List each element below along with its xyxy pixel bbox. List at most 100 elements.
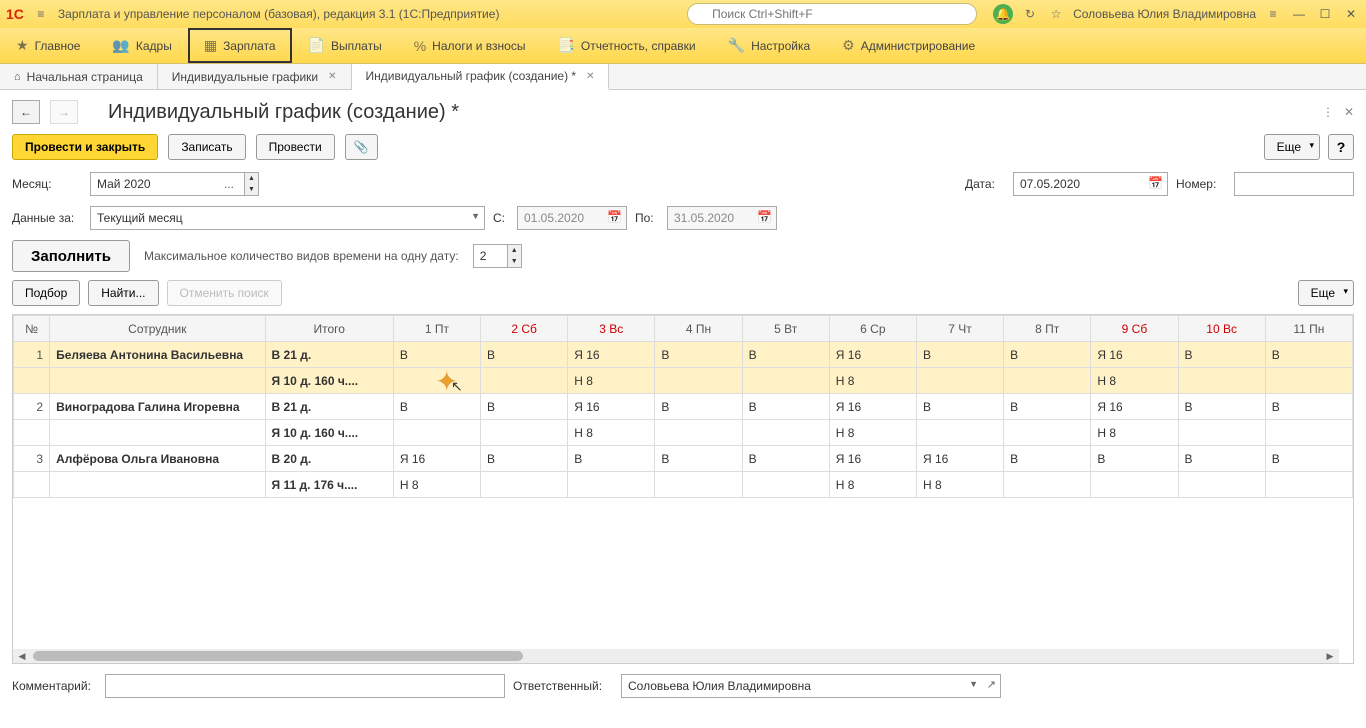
day-cell[interactable]: Н 8 bbox=[829, 420, 916, 446]
nav-item-Главное[interactable]: ★Главное bbox=[0, 28, 96, 63]
day-cell[interactable]: В bbox=[655, 394, 742, 420]
more-button[interactable]: Еще bbox=[1264, 134, 1320, 160]
max-types-spinner[interactable]: ▲▼ bbox=[508, 244, 522, 268]
close-tab-icon[interactable]: ✕ bbox=[328, 71, 336, 82]
day-cell[interactable]: В bbox=[742, 342, 829, 368]
col-header[interactable]: Итого bbox=[265, 316, 393, 342]
day-cell[interactable]: Н 8 bbox=[393, 472, 480, 498]
day-cell[interactable]: В bbox=[742, 446, 829, 472]
datafor-select[interactable]: Текущий месяц▼ bbox=[90, 206, 485, 230]
nav-item-Отчетность, справки[interactable]: 📑Отчетность, справки bbox=[541, 28, 711, 63]
day-cell[interactable] bbox=[481, 420, 568, 446]
attach-button[interactable]: 📎 bbox=[345, 134, 378, 160]
col-header[interactable]: 8 Пт bbox=[1004, 316, 1091, 342]
tab-Индивидуальные графики[interactable]: Индивидуальные графики✕ bbox=[158, 64, 352, 89]
day-cell[interactable]: Я 16 bbox=[829, 342, 916, 368]
table-row[interactable]: Я 11 д. 176 ч....Н 8Н 8Н 8 bbox=[14, 472, 1353, 498]
fill-button[interactable]: Заполнить bbox=[12, 240, 130, 272]
day-cell[interactable] bbox=[916, 368, 1003, 394]
notifications-icon[interactable]: 🔔 bbox=[993, 4, 1013, 24]
day-cell[interactable] bbox=[1004, 368, 1091, 394]
tab-Индивидуальный график (создание) *[interactable]: Индивидуальный график (создание) *✕ bbox=[352, 64, 610, 90]
help-button[interactable]: ? bbox=[1328, 134, 1354, 160]
day-cell[interactable] bbox=[393, 420, 480, 446]
day-cell[interactable]: В bbox=[568, 446, 655, 472]
day-cell[interactable]: Я 16 bbox=[393, 446, 480, 472]
calendar-icon[interactable]: 📅 bbox=[1148, 176, 1163, 190]
max-types-input[interactable]: 2 bbox=[473, 244, 508, 268]
filter-icon[interactable]: ≡ bbox=[1264, 7, 1282, 21]
nav-back-button[interactable]: ← bbox=[12, 100, 40, 124]
day-cell[interactable] bbox=[655, 420, 742, 446]
col-header[interactable]: 7 Чт bbox=[916, 316, 1003, 342]
chevron-down-icon[interactable]: ▼ bbox=[969, 679, 978, 689]
scroll-thumb[interactable] bbox=[33, 651, 523, 661]
day-cell[interactable]: В bbox=[1178, 394, 1265, 420]
col-header[interactable]: 11 Пн bbox=[1265, 316, 1352, 342]
day-cell[interactable]: В bbox=[1178, 342, 1265, 368]
day-cell[interactable]: Н 8 bbox=[1091, 420, 1178, 446]
table-row[interactable]: Я 10 д. 160 ч....Н 8Н 8Н 8 bbox=[14, 368, 1353, 394]
nav-forward-button[interactable]: → bbox=[50, 100, 78, 124]
day-cell[interactable]: Я 16 bbox=[568, 342, 655, 368]
day-cell[interactable]: В bbox=[655, 342, 742, 368]
find-button[interactable]: Найти... bbox=[88, 280, 158, 306]
day-cell[interactable]: Я 16 bbox=[1091, 394, 1178, 420]
nav-item-Налоги и взносы[interactable]: %Налоги и взносы bbox=[398, 28, 542, 63]
day-cell[interactable] bbox=[655, 368, 742, 394]
day-cell[interactable] bbox=[742, 368, 829, 394]
post-and-close-button[interactable]: Провести и закрыть bbox=[12, 134, 158, 160]
kebab-icon[interactable]: ⋮ bbox=[1322, 105, 1334, 119]
col-header[interactable]: 1 Пт bbox=[393, 316, 480, 342]
day-cell[interactable]: В bbox=[1265, 446, 1352, 472]
day-cell[interactable]: Я 16 bbox=[1091, 342, 1178, 368]
open-ref-icon[interactable]: ↗ bbox=[987, 678, 996, 691]
day-cell[interactable]: В bbox=[1091, 446, 1178, 472]
scroll-left-icon[interactable]: ◀ bbox=[15, 649, 29, 663]
col-header[interactable]: 5 Вт bbox=[742, 316, 829, 342]
nav-item-Администрирование[interactable]: ⚙Администрирование bbox=[826, 28, 991, 63]
day-cell[interactable] bbox=[742, 472, 829, 498]
day-cell[interactable]: В bbox=[393, 394, 480, 420]
post-button[interactable]: Провести bbox=[256, 134, 335, 160]
nav-item-Зарплата[interactable]: ▦Зарплата bbox=[188, 28, 292, 63]
chevron-down-icon[interactable]: ▼ bbox=[471, 211, 480, 221]
table-row[interactable]: Я 10 д. 160 ч....Н 8Н 8Н 8 bbox=[14, 420, 1353, 446]
day-cell[interactable]: В bbox=[655, 446, 742, 472]
comment-input[interactable] bbox=[105, 674, 505, 698]
month-spinner[interactable]: ▲▼ bbox=[245, 172, 259, 196]
day-cell[interactable] bbox=[1004, 420, 1091, 446]
day-cell[interactable] bbox=[1178, 472, 1265, 498]
history-icon[interactable]: ↻ bbox=[1021, 7, 1039, 21]
col-header[interactable]: 6 Ср bbox=[829, 316, 916, 342]
day-cell[interactable] bbox=[1265, 368, 1352, 394]
day-cell[interactable]: Н 8 bbox=[916, 472, 1003, 498]
day-cell[interactable]: В bbox=[481, 446, 568, 472]
col-header[interactable]: 4 Пн bbox=[655, 316, 742, 342]
col-header[interactable]: 3 Вс bbox=[568, 316, 655, 342]
date-input[interactable]: 07.05.2020📅 bbox=[1013, 172, 1168, 196]
day-cell[interactable] bbox=[1178, 420, 1265, 446]
day-cell[interactable] bbox=[393, 368, 480, 394]
number-input[interactable] bbox=[1234, 172, 1354, 196]
month-picker-icon[interactable]: ... bbox=[220, 177, 238, 191]
favorites-icon[interactable]: ☆ bbox=[1047, 7, 1065, 21]
day-cell[interactable] bbox=[1004, 472, 1091, 498]
day-cell[interactable]: В bbox=[393, 342, 480, 368]
col-header[interactable]: 2 Сб bbox=[481, 316, 568, 342]
hamburger-icon[interactable]: ≡ bbox=[32, 7, 50, 21]
month-input[interactable]: Май 2020... bbox=[90, 172, 245, 196]
day-cell[interactable] bbox=[1178, 368, 1265, 394]
col-header[interactable]: 10 Вс bbox=[1178, 316, 1265, 342]
day-cell[interactable]: Я 16 bbox=[829, 446, 916, 472]
day-cell[interactable] bbox=[742, 420, 829, 446]
day-cell[interactable] bbox=[568, 472, 655, 498]
table-row[interactable]: 2Виноградова Галина ИгоревнаВ 21 д.ВВЯ 1… bbox=[14, 394, 1353, 420]
day-cell[interactable] bbox=[481, 472, 568, 498]
day-cell[interactable]: Н 8 bbox=[829, 472, 916, 498]
close-page-icon[interactable]: ✕ bbox=[1344, 105, 1354, 119]
day-cell[interactable]: В bbox=[1004, 342, 1091, 368]
day-cell[interactable] bbox=[655, 472, 742, 498]
table-row[interactable]: 1Беляева Антонина ВасильевнаВ 21 д.ВВЯ 1… bbox=[14, 342, 1353, 368]
day-cell[interactable]: Н 8 bbox=[568, 420, 655, 446]
